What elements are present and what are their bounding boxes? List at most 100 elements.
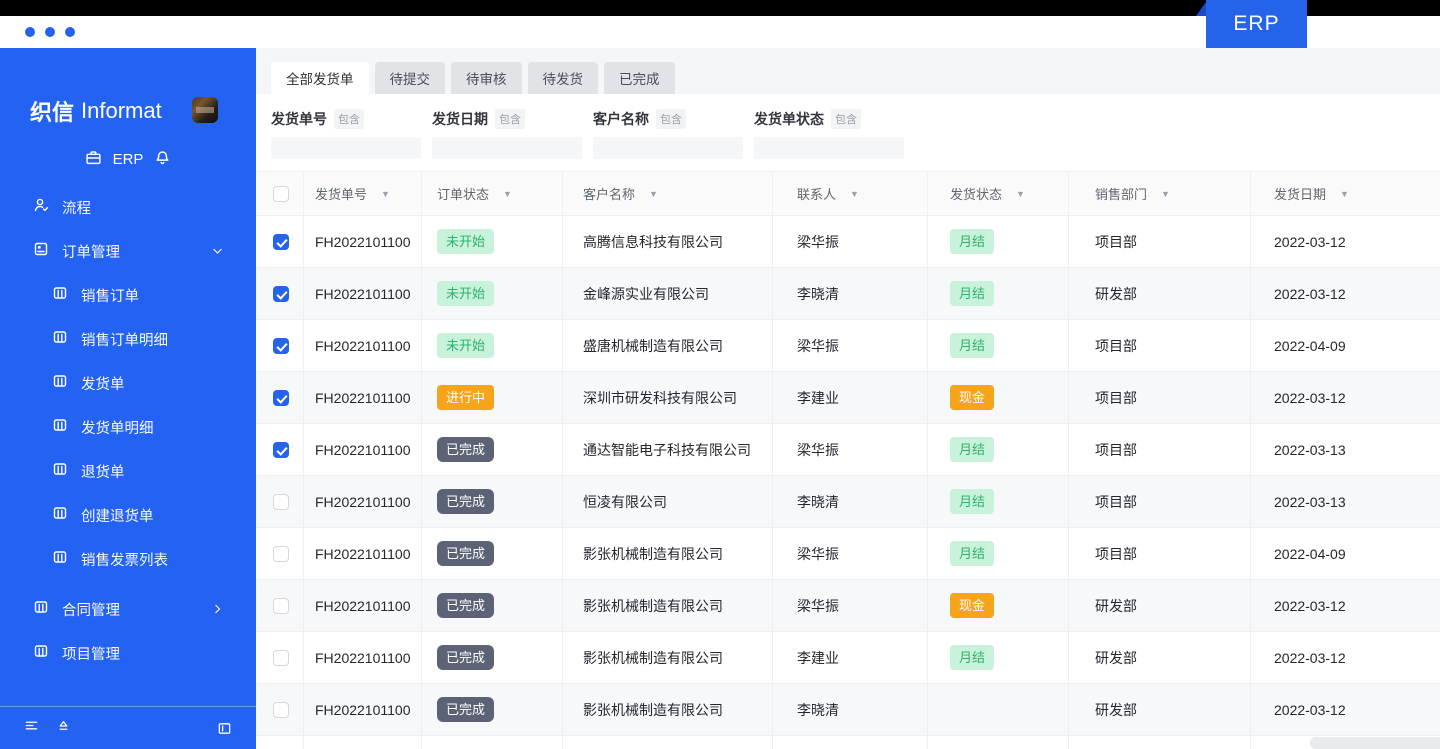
- sidebar-item-label: 合同管理: [62, 602, 120, 619]
- filter-input-order-no[interactable]: [271, 137, 421, 159]
- filter-group: 发货单状态 包含: [754, 109, 904, 159]
- row-checkbox[interactable]: [273, 597, 289, 614]
- table-row[interactable]: FH2022101100 未开始 高腾信息科技有限公司 梁华振 月结 项目部 2…: [256, 216, 1440, 268]
- tab-completed[interactable]: 已完成: [604, 62, 675, 94]
- window-control-dot[interactable]: [45, 27, 55, 37]
- sidebar: 织信 Informat ERP 流程 订单管理 销售订单 销售订单明细 发货单: [0, 48, 256, 749]
- window-control-dot[interactable]: [25, 27, 35, 37]
- window-control-dot[interactable]: [65, 27, 75, 37]
- workspace-avatar[interactable]: [192, 97, 218, 123]
- column-header-contact[interactable]: 联系人 ▼: [773, 172, 928, 215]
- table-row[interactable]: FH2022101100 已完成 影张机械制造有限公司 梁华振 现金 研发部 2…: [256, 580, 1440, 632]
- tab-label: 待发货: [542, 72, 584, 87]
- sidebar-item-sales-invoice-list[interactable]: 销售发票列表: [0, 537, 256, 581]
- cell-checkbox: [256, 632, 304, 683]
- sidebar-item-create-return-order[interactable]: 创建退货单: [0, 493, 256, 537]
- collapse-panel-icon[interactable]: [217, 721, 232, 736]
- select-all-checkbox[interactable]: [273, 185, 289, 202]
- cell-checkbox: [256, 320, 304, 371]
- column-sort-caret-icon[interactable]: ▼: [1340, 189, 1349, 199]
- row-checkbox[interactable]: [273, 233, 289, 250]
- column-sort-caret-icon[interactable]: ▼: [649, 189, 658, 199]
- tab-pending-ship[interactable]: 待发货: [527, 62, 598, 94]
- sidebar-item-sales-order-detail[interactable]: 销售订单明细: [0, 317, 256, 361]
- table-row[interactable]: FH2022101100 已完成 影张机械制造有限公司 李晓清 研发部 2022…: [256, 684, 1440, 736]
- cell-order-no: FH2022101100: [304, 320, 422, 371]
- order-status-badge: 已完成: [437, 645, 495, 670]
- row-checkbox[interactable]: [273, 545, 289, 562]
- chevron-right-icon[interactable]: [211, 603, 224, 616]
- cell-customer: 盛唐机械制造有限公司: [563, 320, 773, 371]
- cell-ship-date: 2022-03-12: [1274, 649, 1346, 666]
- sidebar-item-delivery-order[interactable]: 发货单: [0, 361, 256, 405]
- tab-pending-review[interactable]: 待审核: [451, 62, 522, 94]
- sidebar-item-contract-mgmt[interactable]: 合同管理: [0, 587, 256, 631]
- sidebar-item-order-mgmt[interactable]: 订单管理: [0, 229, 256, 273]
- cell-order-no: FH2022101100: [304, 424, 422, 475]
- row-checkbox[interactable]: [273, 337, 289, 354]
- cell-department: 研发部: [1069, 580, 1251, 631]
- cell-customer: 恒凌有限公司: [563, 476, 773, 527]
- filter-input-ship-date[interactable]: [432, 137, 582, 159]
- ship-status-badge: 月结: [950, 437, 995, 462]
- column-sort-caret-icon[interactable]: ▼: [503, 189, 512, 199]
- sidebar-item-flow[interactable]: 流程: [0, 185, 256, 229]
- workspace-switcher[interactable]: ERP: [0, 148, 256, 170]
- table-row[interactable]: FH2022101100 已完成 影张机械制造有限公司 李建业 月结 研发部 2…: [256, 632, 1440, 684]
- bell-icon[interactable]: [154, 149, 171, 170]
- cell-ship-date: 2022-04-09: [1274, 545, 1346, 562]
- tab-pending-submit[interactable]: 待提交: [374, 62, 445, 94]
- ship-status-badge: 月结: [950, 333, 995, 358]
- row-checkbox[interactable]: [273, 285, 289, 302]
- column-sort-caret-icon[interactable]: ▼: [1016, 189, 1025, 199]
- eject-icon[interactable]: [56, 718, 71, 738]
- ship-status-badge: 月结: [950, 281, 995, 306]
- filter-label: 发货日期: [432, 111, 488, 127]
- column-header-department[interactable]: 销售部门 ▼: [1069, 172, 1251, 215]
- cell-contact: 梁华振: [773, 216, 928, 267]
- table-row[interactable]: FH2022101100 未开始 盛唐机械制造有限公司 梁华振 月结 项目部 2…: [256, 320, 1440, 372]
- table-row[interactable]: FH2022101100 已完成 影张机械制造有限公司 梁华振 月结 项目部 2…: [256, 528, 1440, 580]
- cell-order-status: 已完成: [422, 632, 563, 683]
- filter-input-customer-name[interactable]: [593, 137, 743, 159]
- erp-ribbon-tab[interactable]: ERP: [1206, 0, 1307, 48]
- order-status-badge: 已完成: [437, 541, 495, 566]
- filter-input-order-status[interactable]: [754, 137, 904, 159]
- table-row[interactable]: FH2022101100 进行中 深圳市研发科技有限公司 李建业 现金 项目部 …: [256, 372, 1440, 424]
- column-header-label: 销售部门: [1095, 187, 1148, 202]
- cell-ship-status: 月结: [928, 320, 1069, 371]
- row-checkbox[interactable]: [273, 389, 289, 406]
- chevron-down-icon[interactable]: [211, 245, 224, 258]
- filter-bar: 发货单号 包含 发货日期 包含 客户名称 包含 发货单状态 包含: [256, 109, 1440, 166]
- cell-order-status: 已完成: [422, 684, 563, 735]
- horizontal-scrollbar-thumb[interactable]: [1310, 737, 1440, 749]
- table-row[interactable]: 已完成: [256, 736, 1440, 749]
- column-sort-caret-icon[interactable]: ▼: [381, 189, 390, 199]
- cell-customer: 影张机械制造有限公司: [563, 528, 773, 579]
- row-checkbox[interactable]: [273, 441, 289, 458]
- cell-ship-status: 现金: [928, 580, 1069, 631]
- window-controls: [25, 27, 75, 37]
- column-sort-caret-icon[interactable]: ▼: [850, 189, 859, 199]
- menu-lines-icon[interactable]: [24, 718, 39, 738]
- column-sort-caret-icon[interactable]: ▼: [1161, 189, 1170, 199]
- column-header-order-status[interactable]: 订单状态 ▼: [422, 172, 563, 215]
- cell-ship-status: 月结: [928, 528, 1069, 579]
- tab-all[interactable]: 全部发货单: [271, 62, 369, 94]
- sidebar-item-sales-order[interactable]: 销售订单: [0, 273, 256, 317]
- column-header-ship-status[interactable]: 发货状态 ▼: [928, 172, 1069, 215]
- table-row[interactable]: FH2022101100 已完成 恒凌有限公司 李晓清 月结 项目部 2022-…: [256, 476, 1440, 528]
- table-row[interactable]: FH2022101100 未开始 金峰源实业有限公司 李晓清 月结 研发部 20…: [256, 268, 1440, 320]
- column-header-customer-name[interactable]: 客户名称 ▼: [563, 172, 773, 215]
- column-header-order-no[interactable]: 发货单号 ▼: [304, 172, 422, 215]
- sidebar-item-delivery-order-detail[interactable]: 发货单明细: [0, 405, 256, 449]
- row-checkbox[interactable]: [273, 701, 289, 718]
- column-header-ship-date[interactable]: 发货日期 ▼: [1251, 172, 1440, 215]
- row-checkbox[interactable]: [273, 649, 289, 666]
- row-checkbox[interactable]: [273, 493, 289, 510]
- sidebar-item-return-order[interactable]: 退货单: [0, 449, 256, 493]
- cell-customer: 深圳市研发科技有限公司: [563, 372, 773, 423]
- sidebar-item-project-mgmt[interactable]: 项目管理: [0, 631, 256, 675]
- cell-checkbox: [256, 268, 304, 319]
- table-row[interactable]: FH2022101100 已完成 通达智能电子科技有限公司 梁华振 月结 项目部…: [256, 424, 1440, 476]
